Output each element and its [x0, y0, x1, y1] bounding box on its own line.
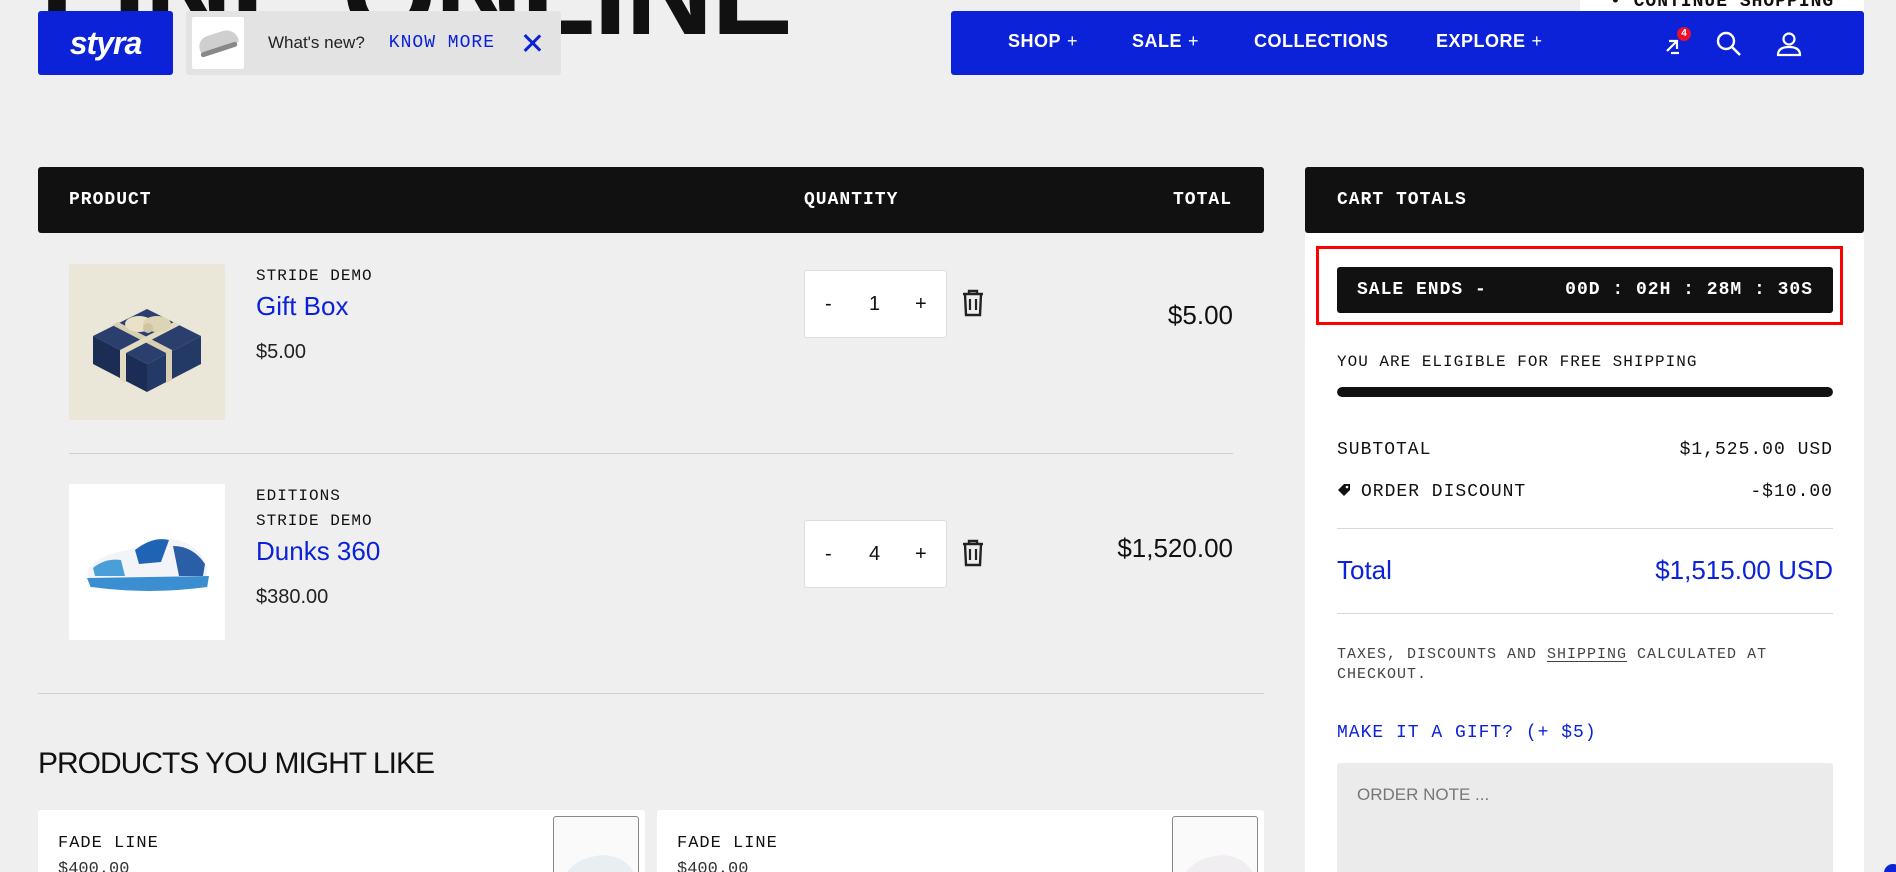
cart-item-row: EDITIONS STRIDE DEMO Dunks 360 $380.00 -… [69, 484, 1233, 644]
quantity-column-header: QUANTITY [804, 190, 899, 210]
increase-quantity-button[interactable]: + [915, 543, 927, 566]
recommendations-title: PRODUCTS YOU MIGHT LIKE [38, 747, 435, 780]
increase-quantity-button[interactable]: + [915, 293, 927, 316]
cart-totals-header: CART TOTALS [1305, 167, 1864, 233]
product-image-dunks-360[interactable] [69, 484, 225, 640]
close-icon[interactable] [521, 32, 543, 54]
account-icon[interactable] [1774, 29, 1804, 59]
brand-logo[interactable]: styra [38, 11, 173, 75]
shipping-progress-bar [1337, 387, 1833, 397]
decrease-quantity-button[interactable]: - [825, 293, 832, 316]
total-column-header: TOTAL [1172, 190, 1232, 210]
grand-total-value: $1,515.00 USD [1655, 555, 1833, 585]
cart-table-header: PRODUCT QUANTITY TOTAL [38, 167, 1264, 233]
line-total: $5.00 [1167, 300, 1233, 330]
compare-icon[interactable]: 4 [1661, 27, 1691, 59]
shipping-policy-link[interactable]: SHIPPING [1547, 646, 1627, 663]
card-thumbnail[interactable] [553, 816, 639, 872]
grand-total-label: Total [1337, 555, 1392, 585]
whats-new-thumbnail [192, 17, 244, 69]
quantity-stepper: - 1 + [804, 270, 947, 338]
subtotal-value: $1,525.00 USD [1679, 440, 1833, 460]
card-title: FADE LINE [677, 834, 778, 853]
nav-item-explore[interactable]: EXPLORE + [1436, 31, 1543, 52]
card-thumbnail[interactable] [1172, 816, 1258, 872]
card-price: $400.00 [58, 860, 130, 872]
line-total: $1,520.00 [1117, 533, 1233, 563]
recommendation-card[interactable]: FADE LINE $400.00 [657, 810, 1264, 872]
whats-new-banner: What's new? KNOW MORE [186, 11, 561, 75]
order-discount-value: -$10.00 [1750, 482, 1833, 502]
taxes-note: TAXES, DISCOUNTS AND SHIPPING CALCULATED… [1337, 646, 1768, 683]
card-title: FADE LINE [58, 834, 159, 853]
product-column-header: PRODUCT [69, 190, 152, 210]
quantity-stepper: - 4 + [804, 520, 947, 588]
highlight-box [1316, 246, 1843, 325]
whats-new-label: What's new? [268, 33, 365, 52]
cart-item-row: STRIDE DEMO Gift Box $5.00 - 1 + $5.00 [69, 264, 1233, 424]
product-name-link[interactable]: Dunks 360 [256, 536, 380, 567]
product-unit-price: $5.00 [256, 341, 307, 363]
order-discount-label: ORDER DISCOUNT [1337, 482, 1526, 502]
card-price: $400.00 [677, 860, 749, 872]
totals-divider [1337, 613, 1833, 614]
cart-totals-title: CART TOTALS [1337, 190, 1467, 210]
compare-count-badge: 4 [1677, 27, 1691, 41]
cart-bottom-divider [38, 693, 1264, 694]
product-vendor: STRIDE DEMO [256, 267, 373, 285]
make-it-a-gift-link[interactable]: MAKE IT A GIFT? (+ $5) [1337, 723, 1597, 743]
search-icon[interactable] [1714, 29, 1744, 59]
trash-icon[interactable] [960, 288, 986, 318]
product-unit-price: $380.00 [256, 586, 329, 608]
nav-item-sale[interactable]: SALE + [1132, 31, 1199, 52]
trash-icon[interactable] [960, 538, 986, 568]
nav-item-collections[interactable]: COLLECTIONS [1254, 31, 1389, 52]
subtotal-label: SUBTOTAL [1337, 440, 1432, 460]
know-more-link[interactable]: KNOW MORE [389, 33, 495, 53]
row-divider [69, 453, 1233, 454]
quantity-input[interactable]: 4 [869, 543, 880, 566]
product-vendor: EDITIONS STRIDE DEMO [256, 487, 373, 530]
product-name-link[interactable]: Gift Box [256, 291, 348, 322]
free-shipping-message: YOU ARE ELIGIBLE FOR FREE SHIPPING [1337, 353, 1698, 371]
product-image-gift-box[interactable] [69, 264, 225, 420]
totals-divider [1337, 528, 1833, 529]
order-note-field[interactable] [1337, 763, 1833, 872]
decrease-quantity-button[interactable]: - [825, 543, 832, 566]
chat-widget-button[interactable] [1884, 864, 1896, 872]
quantity-input[interactable]: 1 [869, 293, 880, 316]
nav-item-shop[interactable]: SHOP + [1008, 31, 1078, 52]
recommendation-card[interactable]: FADE LINE $400.00 [38, 810, 645, 872]
main-nav: SHOP + SALE + COLLECTIONS EXPLORE + 4 [951, 11, 1864, 75]
tag-icon [1337, 483, 1351, 497]
